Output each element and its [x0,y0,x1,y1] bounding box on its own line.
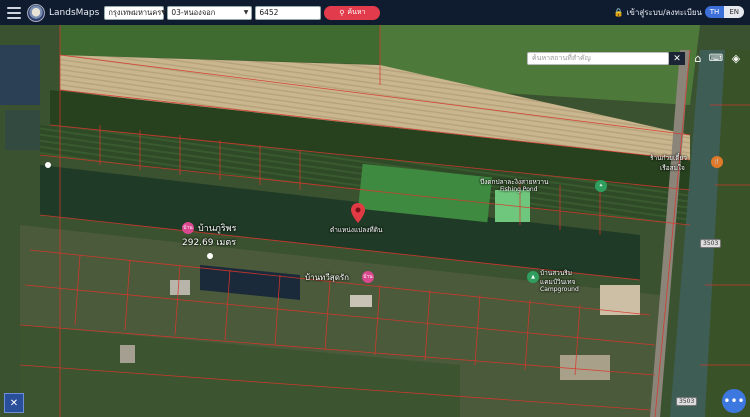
place-sublabel: เรือสมใจ [660,164,685,172]
district-select[interactable]: 03-หนองจอก ▼ [167,5,253,20]
login-link[interactable]: 🔒 เข้าสู่ระบบ/ลงทะเบียน [614,6,702,19]
close-search-button[interactable]: ✕ [669,52,685,65]
more-options-button[interactable]: ••• [722,389,746,413]
top-bar: LandsMaps กรุงเทพมหานคร ▼ 03-หนองจอก ▼ 6… [0,0,750,25]
lock-icon: 🔒 [613,8,624,17]
language-toggle[interactable]: TH EN [704,6,744,18]
place-label: ร้านก๋วยเตี๋ยว [650,154,687,162]
place-label: บ้านภูริพร [198,224,237,234]
fishing-pin-icon[interactable]: ✦ [595,180,607,192]
brand-name: LandsMaps [49,7,100,18]
place-search-input[interactable]: ค้นหาสถานที่สำคัญ [527,52,669,65]
place-sublabel: Fishing Pond [500,186,538,193]
app-logo [27,3,45,22]
place-sublabel: Campground [540,286,579,293]
menu-icon[interactable] [7,6,21,19]
province-select-value: กรุงเทพมหานคร [108,7,162,17]
parcel-area-label: 292.69 เมตร [182,238,237,248]
layers-icon[interactable]: ◈ [728,52,744,65]
place-pin-icon[interactable]: บ้าน [362,271,374,283]
road-number-shield: 3503 [676,397,698,406]
search-button[interactable]: ⚲ ค้นหา [324,5,381,20]
login-label: เข้าสู่ระบบ/ลงทะเบียน [626,8,702,17]
keyboard-icon[interactable]: ⌨ [708,52,724,65]
campground-pin-icon[interactable]: ▲ [527,271,539,283]
search-button-label: ค้นหา [347,8,366,16]
measure-tool-button[interactable]: ✕ [4,393,24,413]
home-icon[interactable]: ⌂ [690,52,706,65]
search-icon: ⚲ [339,8,345,17]
map-imagery [0,25,750,417]
chevron-down-icon: ▼ [243,9,249,16]
road-number-shield: 3503 [700,239,722,248]
restaurant-pin-icon[interactable]: 🍴 [711,156,723,168]
district-select-value: 03-หนองจอก [171,7,216,17]
satellite-map[interactable]: ค้นหาสถานที่สำคัญ ✕ ⌂ ⌨ ◈ ตำแหน่งแปลงที่… [0,25,750,417]
parcel-marker-label: ตำแหน่งแปลงที่ดิน [330,226,383,234]
parcel-location-pin[interactable] [351,203,365,223]
chevron-down-icon: ▼ [161,9,166,16]
place-label: บ้านทวีสุดรัก [305,273,350,282]
place-pin-icon[interactable]: บ้าน [182,222,194,234]
lang-th-button[interactable]: TH [704,6,725,18]
province-select[interactable]: กรุงเทพมหานคร ▼ [104,5,166,20]
lang-en-button[interactable]: EN [724,6,744,18]
parcel-number-input[interactable]: 6452 [255,5,322,20]
